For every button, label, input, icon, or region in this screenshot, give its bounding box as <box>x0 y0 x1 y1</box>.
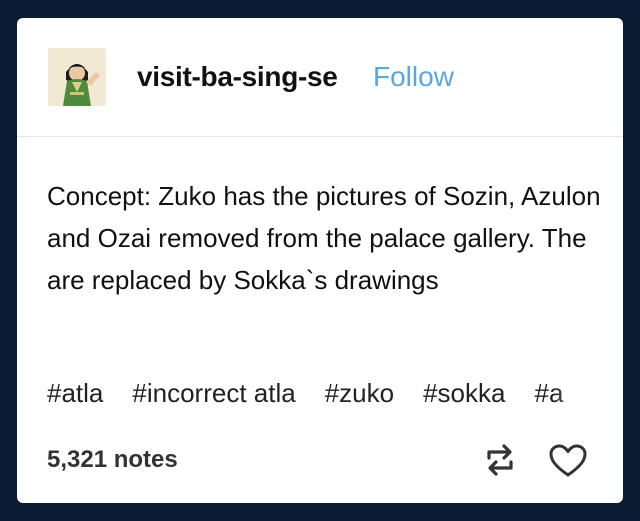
post-header: visit-ba-sing-se Follow <box>17 18 623 137</box>
tag-atla[interactable]: #atla <box>47 378 103 409</box>
follow-button[interactable]: Follow <box>373 61 454 93</box>
username[interactable]: visit-ba-sing-se <box>137 61 338 93</box>
post-body: Concept: Zuko has the pictures of Sozin,… <box>47 181 601 295</box>
notes-count[interactable]: 5,321 notes <box>47 446 178 474</box>
tag-sokka[interactable]: #sokka <box>423 378 505 409</box>
tag-list: #atla #incorrect atla #zuko #sokka #a <box>47 378 623 414</box>
reblog-icon[interactable] <box>485 442 515 478</box>
avatar[interactable] <box>48 48 106 106</box>
tag-zuko[interactable]: #zuko <box>325 378 394 409</box>
heart-icon[interactable] <box>549 444 587 478</box>
post-card: visit-ba-sing-se Follow Concept: Zuko ha… <box>17 18 623 503</box>
tags-fade-overlay <box>553 378 623 414</box>
tag-incorrect-atla[interactable]: #incorrect atla <box>132 378 295 409</box>
